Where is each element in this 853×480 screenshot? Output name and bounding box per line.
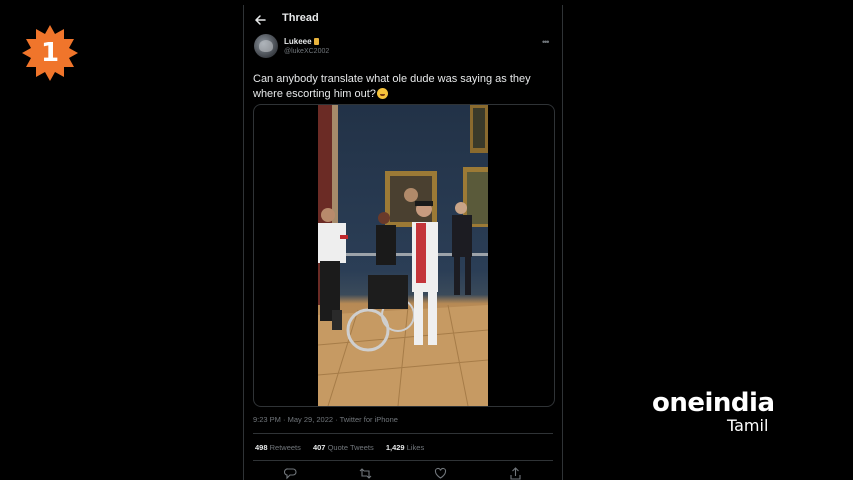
logo-sub: Tamil — [727, 416, 769, 435]
author-display-name[interactable]: Lukeee — [284, 37, 319, 46]
video-frame[interactable] — [318, 105, 488, 406]
badge-number: 1 — [40, 38, 60, 68]
tweet-stats: 498 Retweets 407 Quote Tweets 1,429 Like… — [255, 443, 434, 452]
oneindia-logo: oneindia Tamil — [652, 388, 782, 438]
likes-count: 1,429 — [385, 443, 405, 452]
retweets-stat[interactable]: 498 Retweets — [255, 443, 301, 452]
reply-icon[interactable] — [284, 467, 297, 480]
quotes-label: Quote Tweets — [327, 443, 374, 452]
divider — [253, 433, 553, 434]
tweet-text-body: Can anybody translate what ole dude was … — [253, 73, 531, 100]
tweet-timestamp[interactable]: 9:23 PM · May 29, 2022 · Twitter for iPh… — [253, 415, 398, 424]
laughing-emoji-icon — [376, 88, 388, 99]
retweets-count: 498 — [255, 443, 268, 452]
likes-stat[interactable]: 1,429 Likes — [386, 443, 424, 452]
more-options-icon[interactable]: ••• — [542, 37, 550, 47]
retweet-icon[interactable] — [359, 467, 372, 480]
quotes-count: 407 — [312, 443, 326, 452]
tweet-actions — [244, 467, 562, 480]
likes-label: Likes — [406, 443, 425, 452]
number-badge: 1 — [22, 25, 78, 81]
thread-header: Thread — [244, 5, 562, 35]
thread-panel: Thread Lukeee @lukeXC2002 ••• Can anybod… — [243, 5, 563, 480]
share-icon[interactable] — [509, 467, 522, 480]
divider — [253, 460, 553, 461]
author-name-text: Lukeee — [284, 37, 312, 46]
retweets-label: Retweets — [269, 443, 301, 452]
avatar[interactable] — [254, 34, 278, 58]
like-icon[interactable] — [434, 467, 447, 480]
back-arrow-icon[interactable] — [253, 13, 267, 27]
beer-icon — [313, 38, 319, 45]
logo-brand: oneindia — [652, 388, 775, 418]
page-title: Thread — [282, 12, 319, 24]
quote-tweets-stat[interactable]: 407 Quote Tweets — [313, 443, 374, 452]
tweet-text: Can anybody translate what ole dude was … — [253, 72, 553, 102]
author-handle[interactable]: @lukeXC2002 — [284, 48, 329, 55]
video-scene — [318, 105, 488, 406]
tweet-media[interactable] — [253, 104, 555, 407]
